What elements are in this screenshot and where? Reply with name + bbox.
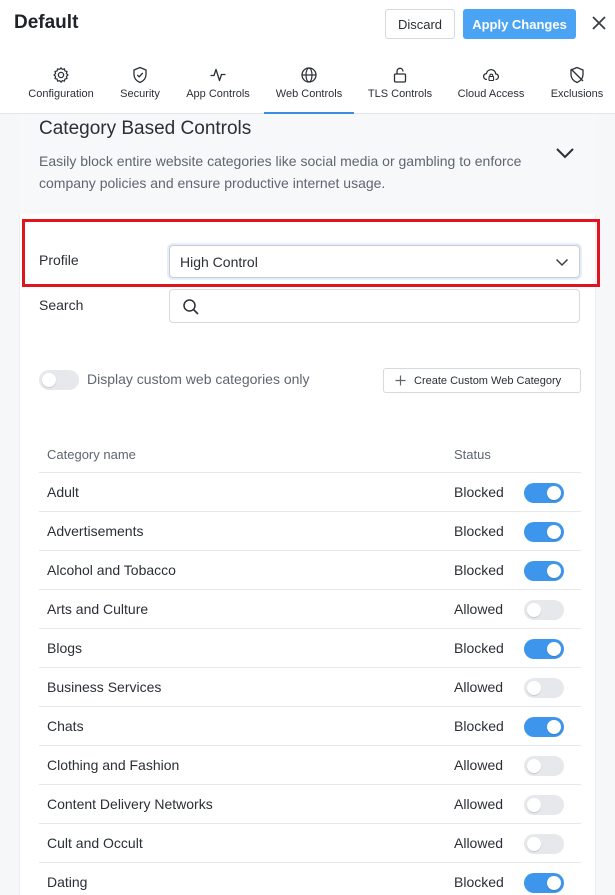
page-title: Default [14, 12, 79, 33]
category-name: Arts and Culture [47, 601, 149, 617]
gear-icon [53, 67, 69, 83]
table-row: Cult and Occult Allowed [39, 824, 581, 863]
table-row: Arts and Culture Allowed [39, 590, 581, 629]
category-toggle[interactable] [524, 678, 564, 698]
category-toggle[interactable] [524, 717, 564, 737]
category-name: Advertisements [47, 523, 144, 539]
table-row: Adult Blocked [39, 473, 581, 512]
section-title: Category Based Controls [39, 118, 252, 139]
category-toggle[interactable] [524, 639, 564, 659]
category-name: Chats [47, 718, 84, 734]
tab-label: Cloud Access [457, 88, 525, 100]
category-name: Alcohol and Tobacco [47, 562, 176, 578]
category-toggle[interactable] [524, 795, 564, 815]
create-custom-web-category-button[interactable]: Create Custom Web Category [383, 368, 581, 393]
category-status: Allowed [454, 757, 504, 773]
category-toggle[interactable] [524, 834, 564, 854]
tab-cloud-access[interactable]: Cloud Access [452, 58, 530, 114]
tab-app-controls[interactable]: App Controls [180, 58, 256, 114]
category-status: Blocked [454, 640, 504, 656]
category-name: Dating [47, 874, 88, 890]
tab-bar: Configuration Security App Controls Web … [0, 58, 615, 114]
tab-configuration[interactable]: Configuration [18, 58, 104, 114]
category-status: Allowed [454, 679, 504, 695]
category-toggle[interactable] [524, 873, 564, 893]
category-status: Blocked [454, 562, 504, 578]
category-toggle[interactable] [524, 522, 564, 542]
tab-label: Security [120, 88, 160, 100]
tab-web-controls[interactable]: Web Controls [264, 58, 354, 114]
category-status: Blocked [454, 523, 504, 539]
category-toggle[interactable] [524, 561, 564, 581]
gutter-left [0, 114, 19, 895]
category-status: Allowed [454, 835, 504, 851]
category-name: Adult [47, 484, 79, 500]
plus-icon [395, 375, 406, 386]
chevron-down-icon[interactable] [555, 145, 575, 161]
category-toggle[interactable] [524, 600, 564, 620]
globe-icon [301, 67, 317, 83]
table-row: Business Services Allowed [39, 668, 581, 707]
category-status: Blocked [454, 874, 504, 890]
custom-categories-label: Display custom web categories only [87, 371, 310, 387]
tab-label: Web Controls [275, 88, 343, 100]
column-header-status: Status [454, 447, 491, 462]
tab-tls-controls[interactable]: TLS Controls [362, 58, 438, 114]
column-header-name: Category name [47, 447, 136, 462]
category-name: Business Services [47, 679, 162, 695]
category-status: Allowed [454, 796, 504, 812]
table-row: Chats Blocked [39, 707, 581, 746]
tab-label: Exclusions [550, 88, 604, 100]
close-icon[interactable] [590, 14, 608, 32]
panel-header: Default Discard Apply Changes [0, 0, 615, 48]
category-name: Blogs [47, 640, 83, 656]
category-status: Blocked [454, 484, 504, 500]
table-row: Content Delivery Networks Allowed [39, 785, 581, 824]
table-row: Dating Blocked [39, 863, 581, 895]
apply-changes-button[interactable]: Apply Changes [463, 9, 576, 39]
search-input[interactable] [169, 289, 580, 323]
search-icon [183, 299, 199, 315]
tab-label: App Controls [186, 88, 250, 100]
highlight-box [22, 219, 600, 287]
category-name: Content Delivery Networks [47, 796, 213, 812]
section-description: Easily block entire website categories l… [39, 153, 522, 191]
shield-icon [133, 66, 147, 84]
table-row: Advertisements Blocked [39, 512, 581, 551]
cloud-lock-icon [482, 68, 500, 82]
tab-security[interactable]: Security [112, 58, 168, 114]
custom-categories-toggle[interactable] [39, 370, 79, 390]
table-row: Blogs Blocked [39, 629, 581, 668]
category-status: Allowed [454, 601, 504, 617]
pulse-icon [210, 68, 226, 82]
tab-exclusions[interactable]: Exclusions [544, 58, 610, 114]
category-toggle[interactable] [524, 756, 564, 776]
category-name: Clothing and Fashion [47, 757, 180, 773]
search-label: Search [39, 297, 84, 313]
discard-button[interactable]: Discard [385, 9, 455, 39]
tab-label: TLS Controls [367, 88, 433, 100]
shield-off-icon [570, 66, 584, 84]
category-name: Cult and Occult [47, 835, 143, 851]
lock-icon [393, 67, 407, 83]
table-row: Clothing and Fashion Allowed [39, 746, 581, 785]
table-row: Alcohol and Tobacco Blocked [39, 551, 581, 590]
category-toggle[interactable] [524, 483, 564, 503]
category-status: Blocked [454, 718, 504, 734]
tab-label: Configuration [28, 88, 94, 100]
create-button-label: Create Custom Web Category [414, 374, 562, 387]
